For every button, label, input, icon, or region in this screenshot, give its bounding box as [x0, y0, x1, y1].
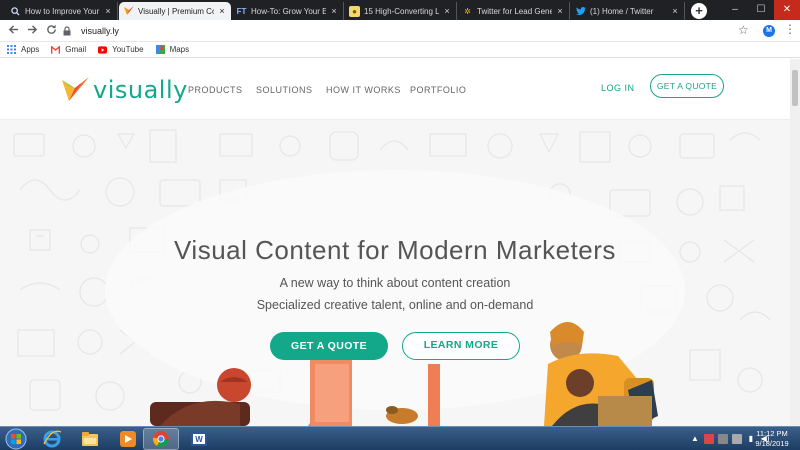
clock-date: 9/18/2019	[755, 439, 789, 448]
tab-close-icon[interactable]: ×	[329, 6, 339, 16]
tab-close-icon[interactable]: ×	[442, 6, 452, 16]
hero-title: Visual Content for Modern Marketers	[174, 235, 616, 265]
nav-portfolio[interactable]: PORTFOLIO	[410, 85, 466, 95]
login-link[interactable]: LOG IN	[601, 83, 635, 93]
lock-icon	[63, 26, 71, 36]
svg-text:W: W	[195, 435, 203, 444]
reload-icon	[46, 24, 56, 34]
tab-title: 15 High-Converting Lea	[364, 6, 439, 16]
tab-high-converting[interactable]: ● 15 High-Converting Lea ×	[345, 2, 457, 20]
get-quote-nav-button[interactable]: GET A QUOTE	[650, 74, 724, 98]
gmail-icon	[51, 45, 61, 54]
ie-icon	[43, 430, 61, 448]
tab-title: How-To: Grow Your Ema	[251, 6, 326, 16]
tab-title: Visually | Premium Conte	[138, 6, 214, 16]
tab-twitter-lead-gen[interactable]: ✲ Twitter for Lead Generat ×	[458, 2, 570, 20]
bookmark-label: Gmail	[65, 45, 87, 54]
brand-name: visually	[93, 76, 188, 104]
tab-close-icon[interactable]: ×	[555, 6, 565, 16]
taskbar-explorer[interactable]	[72, 428, 108, 450]
forward-button[interactable]	[24, 23, 40, 39]
menu-kebab-icon[interactable]: ⋮	[784, 22, 796, 36]
word-icon: W	[191, 432, 207, 446]
bookmark-youtube[interactable]: YouTube	[98, 45, 144, 54]
tab-title: How to Improve Your Em	[25, 6, 100, 16]
hubspot-icon: ✲	[464, 6, 471, 16]
reload-button[interactable]	[43, 23, 59, 39]
explorer-folder-icon	[82, 432, 98, 446]
page-viewport: visually PRODUCTS SOLUTIONS HOW IT WORKS…	[0, 59, 790, 426]
page-scrollbar[interactable]	[790, 59, 800, 426]
search-icon	[10, 6, 21, 17]
bookmark-star-icon[interactable]: ☆	[738, 23, 749, 37]
bookmark-label: Apps	[21, 45, 40, 54]
url-text: visually.ly	[81, 26, 119, 36]
action-center-flag-icon[interactable]	[704, 434, 714, 444]
twitter-icon	[575, 6, 586, 17]
taskbar-ie[interactable]	[34, 428, 70, 450]
learn-more-button[interactable]: LEARN MORE	[402, 332, 520, 360]
hero-doodle-background	[0, 120, 790, 426]
show-hidden-icons-icon[interactable]: ▲	[690, 434, 700, 444]
nav-how-it-works[interactable]: HOW IT WORKS	[326, 85, 401, 95]
media-player-icon	[120, 431, 136, 447]
bookmark-label: YouTube	[112, 45, 144, 54]
get-quote-hero-button[interactable]: GET A QUOTE	[270, 332, 388, 360]
ft-icon: FT	[236, 6, 247, 16]
bookmarks-bar: Apps Gmail YouTube Maps	[0, 42, 800, 58]
tab-title: Twitter for Lead Generat	[477, 6, 552, 16]
taskbar-word[interactable]: W	[181, 428, 217, 450]
scrollbar-thumb[interactable]	[792, 70, 798, 106]
site-header: visually PRODUCTS SOLUTIONS HOW IT WORKS…	[0, 59, 790, 120]
minimize-button[interactable]: –	[722, 0, 748, 20]
hero-subtitle-1: A new way to think about content creatio…	[279, 276, 511, 290]
start-button-icon[interactable]	[4, 428, 28, 450]
system-clock[interactable]: 11:12 PM 9/18/2019	[750, 429, 794, 449]
clock-time: 11:12 PM	[756, 429, 788, 438]
visually-logo-mark-icon	[62, 77, 89, 101]
apps-grid-icon	[7, 45, 16, 54]
tab-title: (1) Home / Twitter	[590, 6, 654, 16]
chrome-icon	[152, 431, 169, 447]
tab-twitter-home[interactable]: (1) Home / Twitter ×	[571, 2, 685, 20]
bookmark-apps[interactable]: Apps	[7, 45, 39, 54]
lightbulb-icon: ●	[349, 5, 360, 17]
taskbar-media-player[interactable]	[110, 428, 146, 450]
tab-close-icon[interactable]: ×	[103, 6, 113, 16]
browser-tab-strip: How to Improve Your Em × Visually | Prem…	[0, 0, 800, 20]
tab-close-icon[interactable]: ×	[217, 6, 227, 16]
forward-arrow-icon	[27, 25, 37, 34]
profile-avatar[interactable]: M	[763, 25, 775, 37]
tab-how-to-grow[interactable]: FT How-To: Grow Your Ema ×	[232, 2, 344, 20]
tab-how-to-improve[interactable]: How to Improve Your Em ×	[6, 2, 118, 20]
nav-solutions[interactable]: SOLUTIONS	[256, 85, 313, 95]
power-icon[interactable]	[732, 434, 742, 444]
tab-close-icon[interactable]: ×	[670, 6, 680, 16]
maps-icon	[155, 45, 165, 54]
back-arrow-icon	[8, 25, 18, 34]
network-icon[interactable]	[718, 434, 728, 444]
windows-taskbar: W ▲ ▮ ◀) 11:12 PM 9/18/2019	[0, 426, 800, 450]
browser-toolbar: visually.ly ☆ M ⋮	[0, 20, 800, 42]
bookmark-label: Maps	[169, 45, 190, 54]
bookmark-maps[interactable]: Maps	[155, 45, 190, 54]
hero-subtitle-2: Specialized creative talent, online and …	[256, 298, 534, 312]
close-window-button[interactable]: ✕	[774, 0, 800, 20]
visually-icon	[123, 6, 134, 17]
youtube-icon	[98, 45, 108, 54]
tab-visually[interactable]: Visually | Premium Conte ×	[119, 2, 231, 20]
visually-logo[interactable]: visually	[62, 76, 188, 104]
new-tab-button[interactable]: +	[691, 3, 707, 19]
back-button[interactable]	[5, 23, 21, 39]
address-bar[interactable]: visually.ly	[62, 22, 762, 40]
hero-section: Visual Content for Modern Marketers A ne…	[0, 120, 790, 426]
maximize-button[interactable]: ☐	[748, 0, 774, 20]
nav-products[interactable]: PRODUCTS	[188, 85, 243, 95]
bookmark-gmail[interactable]: Gmail	[51, 45, 86, 54]
taskbar-chrome[interactable]	[143, 428, 179, 450]
